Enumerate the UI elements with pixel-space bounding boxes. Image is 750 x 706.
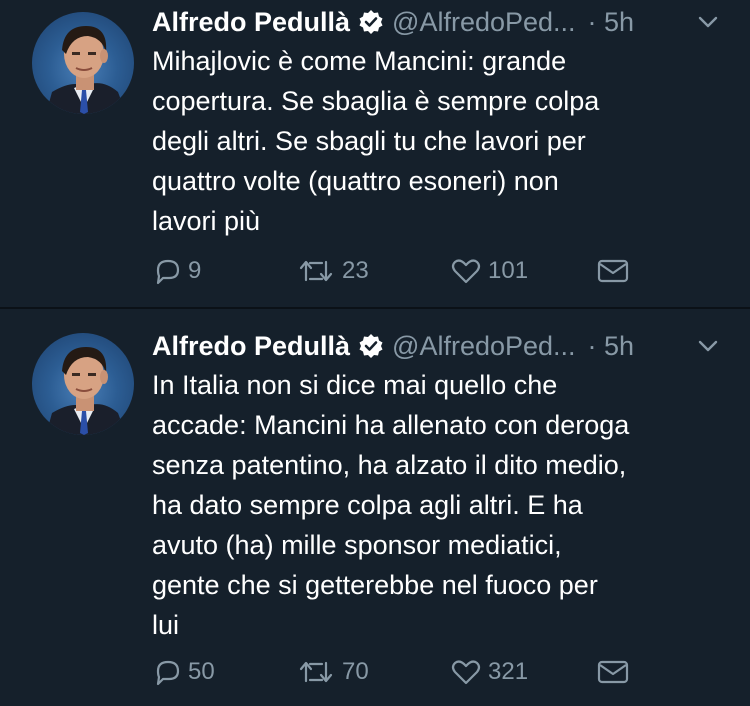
- direct-message-button[interactable]: [596, 256, 630, 286]
- direct-message-button[interactable]: [596, 657, 630, 687]
- reply-count: 50: [188, 658, 215, 685]
- tweet-text-line: lavori più: [152, 206, 261, 236]
- verified-badge-icon: [358, 333, 384, 359]
- reply-count: 9: [188, 257, 202, 284]
- tweet-text-line: accade: Mancini ha allenato con deroga: [152, 410, 630, 440]
- tweet-text-line: gente che si getterebbe nel fuoco per: [152, 570, 598, 600]
- tweet-divider: [0, 307, 750, 309]
- tweet-header: Alfredo Pedullà @AlfredoPed... · 5h: [152, 4, 634, 40]
- tweet-text-line: ha dato sempre colpa agli altri. E ha: [152, 490, 583, 520]
- tweet-text-line: avuto (ha) mille sponsor mediatici,: [152, 530, 562, 560]
- timestamp[interactable]: · 5h: [588, 331, 635, 362]
- tweet-text: In Italia non si dice mai quello che acc…: [152, 365, 732, 645]
- tweet-text-line: Mihajlovic è come Mancini: grande: [152, 46, 567, 76]
- tweet-text-line: lui: [152, 610, 180, 640]
- retweet-icon: [299, 661, 333, 683]
- author-handle[interactable]: @AlfredoPed...: [392, 7, 576, 38]
- tweet-actions: 50 70 321: [152, 657, 652, 687]
- chevron-down-icon[interactable]: [696, 10, 720, 34]
- like-count: 101: [488, 257, 529, 284]
- tweet-header: Alfredo Pedullà @AlfredoPed... · 5h: [152, 328, 634, 364]
- retweet-button[interactable]: 23: [296, 256, 369, 286]
- avatar[interactable]: [32, 12, 134, 114]
- tweet[interactable]: Alfredo Pedullà @AlfredoPed... · 5h Miha…: [0, 0, 750, 307]
- author-name[interactable]: Alfredo Pedullà: [152, 7, 350, 38]
- reply-icon: [156, 259, 180, 285]
- retweet-button[interactable]: 70: [296, 657, 369, 687]
- tweet-actions: 9 23 101: [152, 256, 652, 286]
- timestamp[interactable]: · 5h: [588, 7, 635, 38]
- reply-icon: [156, 660, 180, 686]
- tweet-text: Mihajlovic è come Mancini: grande copert…: [152, 41, 732, 241]
- retweet-count: 23: [342, 257, 369, 284]
- retweet-count: 70: [342, 658, 369, 685]
- tweet-text-line: copertura. Se sbaglia è sempre colpa: [152, 86, 600, 116]
- like-button[interactable]: 321: [450, 657, 528, 687]
- author-handle[interactable]: @AlfredoPed...: [392, 331, 576, 362]
- tweet-text-line: In Italia non si dice mai quello che: [152, 370, 558, 400]
- author-name[interactable]: Alfredo Pedullà: [152, 331, 350, 362]
- avatar[interactable]: [32, 333, 134, 435]
- like-icon: [451, 259, 481, 284]
- like-count: 321: [488, 658, 529, 685]
- tweet-text-line: senza patentino, ha alzato il dito medio…: [152, 450, 627, 480]
- reply-button[interactable]: 9: [152, 256, 201, 286]
- tweet-text-line: degli altri. Se sbagli tu che lavori per: [152, 126, 586, 156]
- like-icon: [451, 660, 481, 685]
- verified-badge-icon: [358, 9, 384, 35]
- chevron-down-icon[interactable]: [696, 334, 720, 358]
- like-button[interactable]: 101: [450, 256, 528, 286]
- direct-message-icon: [597, 259, 629, 283]
- retweet-icon: [299, 260, 333, 282]
- reply-button[interactable]: 50: [152, 657, 215, 687]
- tweet-text-line: quattro volte (quattro esoneri) non: [152, 166, 559, 196]
- direct-message-icon: [597, 660, 629, 684]
